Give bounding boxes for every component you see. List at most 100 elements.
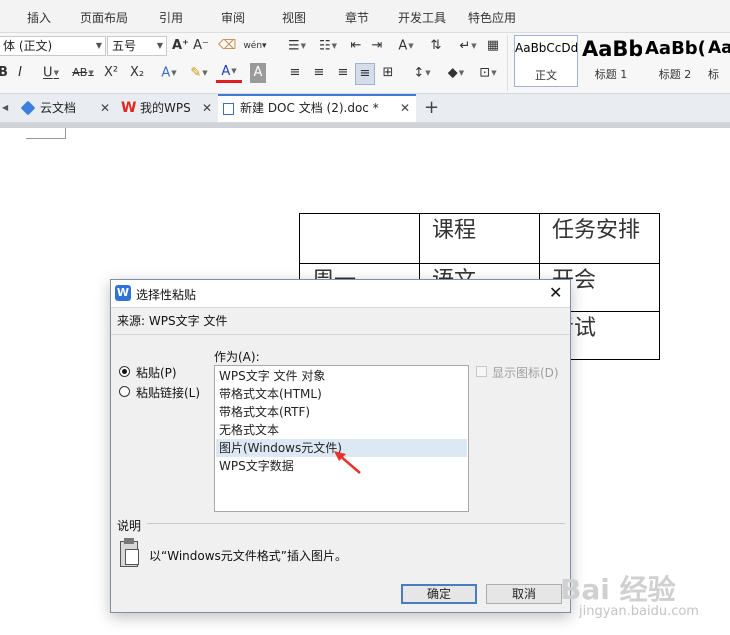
annotation-arrow-icon xyxy=(334,451,361,474)
show-icon-checkbox[interactable] xyxy=(476,366,487,377)
radio-paste-link-label[interactable]: 粘贴链接(L) xyxy=(136,384,200,401)
style-normal[interactable]: AaBbCcDd 正文 xyxy=(514,35,578,87)
radio-paste[interactable] xyxy=(119,366,130,377)
close-icon[interactable]: ✕ xyxy=(202,94,212,122)
menu-developer[interactable]: 开发工具 xyxy=(398,9,446,26)
cancel-button[interactable]: 取消 xyxy=(486,584,562,604)
font-name-value: 体 (正文) xyxy=(3,39,53,53)
text-effect-icon[interactable]: A▼ xyxy=(392,36,420,57)
radio-paste-label[interactable]: 粘贴(P) xyxy=(136,364,177,381)
list-item[interactable]: WPS文字 文件 对象 xyxy=(216,367,467,385)
list-item[interactable]: 带格式文本(HTML) xyxy=(216,385,467,403)
menu-insert[interactable]: 插入 xyxy=(27,9,51,26)
add-tab-icon[interactable]: + xyxy=(424,95,439,121)
as-label: 作为(A): xyxy=(214,350,260,364)
strikethrough-icon[interactable]: AB▼ xyxy=(68,63,98,83)
increase-indent-icon[interactable]: ⇥ xyxy=(369,36,385,56)
menu-chapter[interactable]: 章节 xyxy=(345,9,369,26)
close-icon[interactable]: ✕ xyxy=(549,283,562,302)
borders-icon[interactable]: ⊡▼ xyxy=(474,63,502,84)
shrink-font-icon[interactable]: A⁻ xyxy=(193,36,209,56)
radio-paste-link[interactable] xyxy=(119,386,130,397)
style-heading-1[interactable]: AaBb 标题 1 xyxy=(580,35,642,87)
style-name: 正文 xyxy=(535,69,557,82)
tab-new-doc[interactable]: 新建 DOC 文档 (2).doc * ✕ xyxy=(218,94,416,122)
divider xyxy=(147,523,565,524)
style-preview: Aa xyxy=(708,38,730,58)
clipboard-icon xyxy=(118,538,140,568)
wps-logo-icon: W xyxy=(121,100,137,116)
divider xyxy=(111,334,570,335)
text-style-icon[interactable]: A▼ xyxy=(156,63,182,84)
page-corner-marker xyxy=(65,128,66,139)
highlight-icon[interactable]: ✎▼ xyxy=(185,63,213,84)
document-icon xyxy=(223,103,234,115)
align-right-icon[interactable]: ≡ xyxy=(335,63,351,83)
underline-icon[interactable]: U▼ xyxy=(37,63,65,84)
superscript-icon[interactable]: X² xyxy=(102,63,120,83)
line-spacing-icon[interactable]: ↕▼ xyxy=(408,63,436,84)
show-marks-icon[interactable]: ↵▼ xyxy=(455,36,481,57)
align-center-icon[interactable]: ≡ xyxy=(311,63,327,83)
tab-my-wps[interactable]: W 我的WPS ✕ xyxy=(117,94,217,122)
numbered-list-icon[interactable]: ☷▼ xyxy=(314,36,342,57)
dialog-title: 选择性粘贴 xyxy=(136,288,197,302)
sort-icon[interactable]: ⇅ xyxy=(428,36,444,56)
decrease-indent-icon[interactable]: ⇤ xyxy=(348,36,364,56)
description-label: 说明 xyxy=(117,519,142,533)
font-name-select[interactable]: 体 (正文) ▼ xyxy=(0,36,106,56)
paragraph-shading-icon[interactable]: ◆▼ xyxy=(442,63,470,84)
paste-as-list[interactable]: WPS文字 文件 对象 带格式文本(HTML) 带格式文本(RTF) 无格式文本… xyxy=(214,365,469,512)
style-heading-2[interactable]: AaBb( 标题 2 xyxy=(644,35,706,87)
close-icon[interactable]: ✕ xyxy=(100,94,110,122)
page-corner-marker xyxy=(26,138,66,139)
chevron-down-icon: ▼ xyxy=(95,41,102,50)
font-color-icon[interactable]: A▼ xyxy=(216,63,242,83)
list-item[interactable]: 无格式文本 xyxy=(216,421,467,439)
bold-icon[interactable]: B xyxy=(0,63,9,83)
dialog-titlebar: W 选择性粘贴 ✕ xyxy=(111,280,570,307)
table-cell[interactable]: 课程 xyxy=(419,213,540,264)
table-borders-icon[interactable]: ▦ xyxy=(484,36,502,56)
source-label: 来源: WPS文字 文件 xyxy=(117,314,228,328)
description-text: 以“Windows元文件格式”插入图片。 xyxy=(149,549,348,563)
align-left-icon[interactable]: ≡ xyxy=(287,63,303,83)
bullet-list-icon[interactable]: ☰▼ xyxy=(283,36,311,57)
style-preview: AaBb xyxy=(582,37,642,61)
show-icon-label: 显示图标(D) xyxy=(492,366,559,380)
list-item[interactable]: 带格式文本(RTF) xyxy=(216,403,467,421)
paste-special-dialog: W 选择性粘贴 ✕ 来源: WPS文字 文件 作为(A): 粘贴(P) 粘贴链接… xyxy=(110,279,571,613)
style-name: 标题 2 xyxy=(658,68,692,81)
distribute-icon[interactable]: ⊞ xyxy=(380,63,396,83)
tab-cloud-docs[interactable]: 云文档 ✕ xyxy=(14,94,114,122)
menu-references[interactable]: 引用 xyxy=(159,9,183,26)
italic-icon[interactable]: I xyxy=(14,63,26,83)
table-cell[interactable] xyxy=(299,213,420,264)
chevron-down-icon: ▼ xyxy=(156,41,163,50)
clear-format-icon[interactable]: ⌫ xyxy=(218,36,236,56)
wps-logo-icon: W xyxy=(115,285,131,301)
menu-review[interactable]: 审阅 xyxy=(221,9,245,26)
style-preview: AaBb( xyxy=(645,38,706,59)
baidu-watermark-url: jingyan.baidu.com xyxy=(579,604,699,619)
menu-bar: 插入 页面布局 引用 审阅 视图 章节 开发工具 特色应用 xyxy=(0,0,730,33)
style-name: 标题 1 xyxy=(594,68,628,81)
style-heading-3[interactable]: Aa 标 xyxy=(708,35,730,87)
table-cell[interactable]: 任务安排 xyxy=(539,213,660,264)
menu-view[interactable]: 视图 xyxy=(282,9,306,26)
tab-label: 我的WPS xyxy=(140,101,191,115)
close-icon[interactable]: ✕ xyxy=(400,96,410,120)
ok-button[interactable]: 确定 xyxy=(401,584,477,604)
ruler-band xyxy=(0,123,730,128)
menu-special[interactable]: 特色应用 xyxy=(468,9,516,26)
tab-scroll-left-icon[interactable]: ◀ xyxy=(2,94,8,122)
font-size-value: 五号 xyxy=(112,39,137,53)
menu-page-layout[interactable]: 页面布局 xyxy=(80,9,128,26)
font-size-select[interactable]: 五号 ▼ xyxy=(107,36,167,56)
justify-icon[interactable]: ≡ xyxy=(355,63,375,85)
grow-font-icon[interactable]: A⁺ xyxy=(172,36,189,56)
char-shading-icon[interactable]: A xyxy=(250,63,266,83)
subscript-icon[interactable]: X₂ xyxy=(128,63,146,83)
phonetic-guide-icon[interactable]: wén▾ xyxy=(243,36,267,56)
baidu-watermark: Bai 经验 xyxy=(560,573,676,606)
